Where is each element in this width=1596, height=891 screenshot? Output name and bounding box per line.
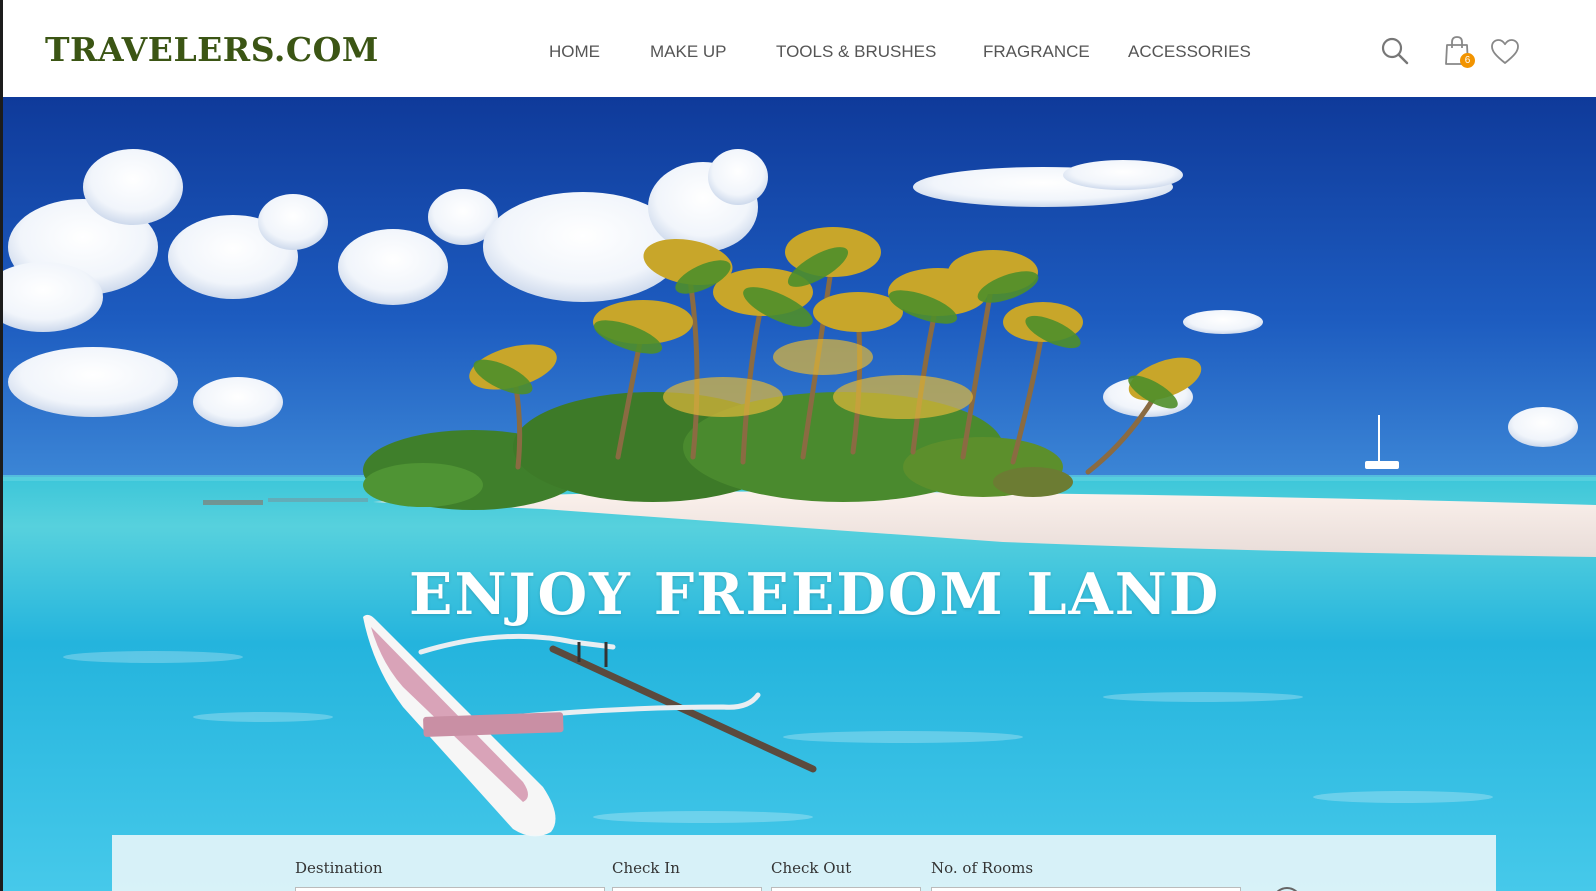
sailboat — [1365, 415, 1399, 469]
site-logo[interactable]: TRAVELERS.COM — [45, 30, 379, 70]
nav-item-home[interactable]: HOME — [549, 40, 600, 64]
destination-input[interactable] — [295, 887, 605, 891]
nav-item-accessories[interactable]: ACCESSORIES — [1128, 40, 1251, 64]
hero-banner: ENJOY FREEDOM LAND — [3, 97, 1596, 891]
hero-image — [3, 149, 1596, 891]
cart-count-badge: 6 — [1460, 53, 1475, 68]
nav-item-fragrance[interactable]: FRAGRANCE — [983, 40, 1090, 64]
window-edge — [0, 0, 3, 891]
booking-search-button[interactable] — [1272, 887, 1302, 891]
rooms-label: No. of Rooms — [931, 859, 1034, 877]
nav-item-make-up[interactable]: MAKE UP — [650, 40, 727, 64]
search-icon[interactable] — [1380, 36, 1410, 66]
check-out-input[interactable] — [771, 887, 921, 891]
booking-search-panel: Destination Check In Check Out No. of Ro… — [112, 835, 1496, 891]
check-in-input[interactable] — [612, 887, 762, 891]
site-header: TRAVELERS.COM HOME MAKE UP TOOLS & BRUSH… — [3, 0, 1596, 97]
rooms-select[interactable] — [931, 887, 1241, 891]
hero-title: ENJOY FREEDOM LAND — [409, 561, 1221, 628]
check-in-label: Check In — [612, 859, 680, 877]
heart-icon[interactable] — [1490, 38, 1520, 66]
destination-label: Destination — [295, 859, 383, 877]
check-out-label: Check Out — [771, 859, 852, 877]
nav-item-tools-brushes[interactable]: TOOLS & BRUSHES — [776, 40, 936, 64]
